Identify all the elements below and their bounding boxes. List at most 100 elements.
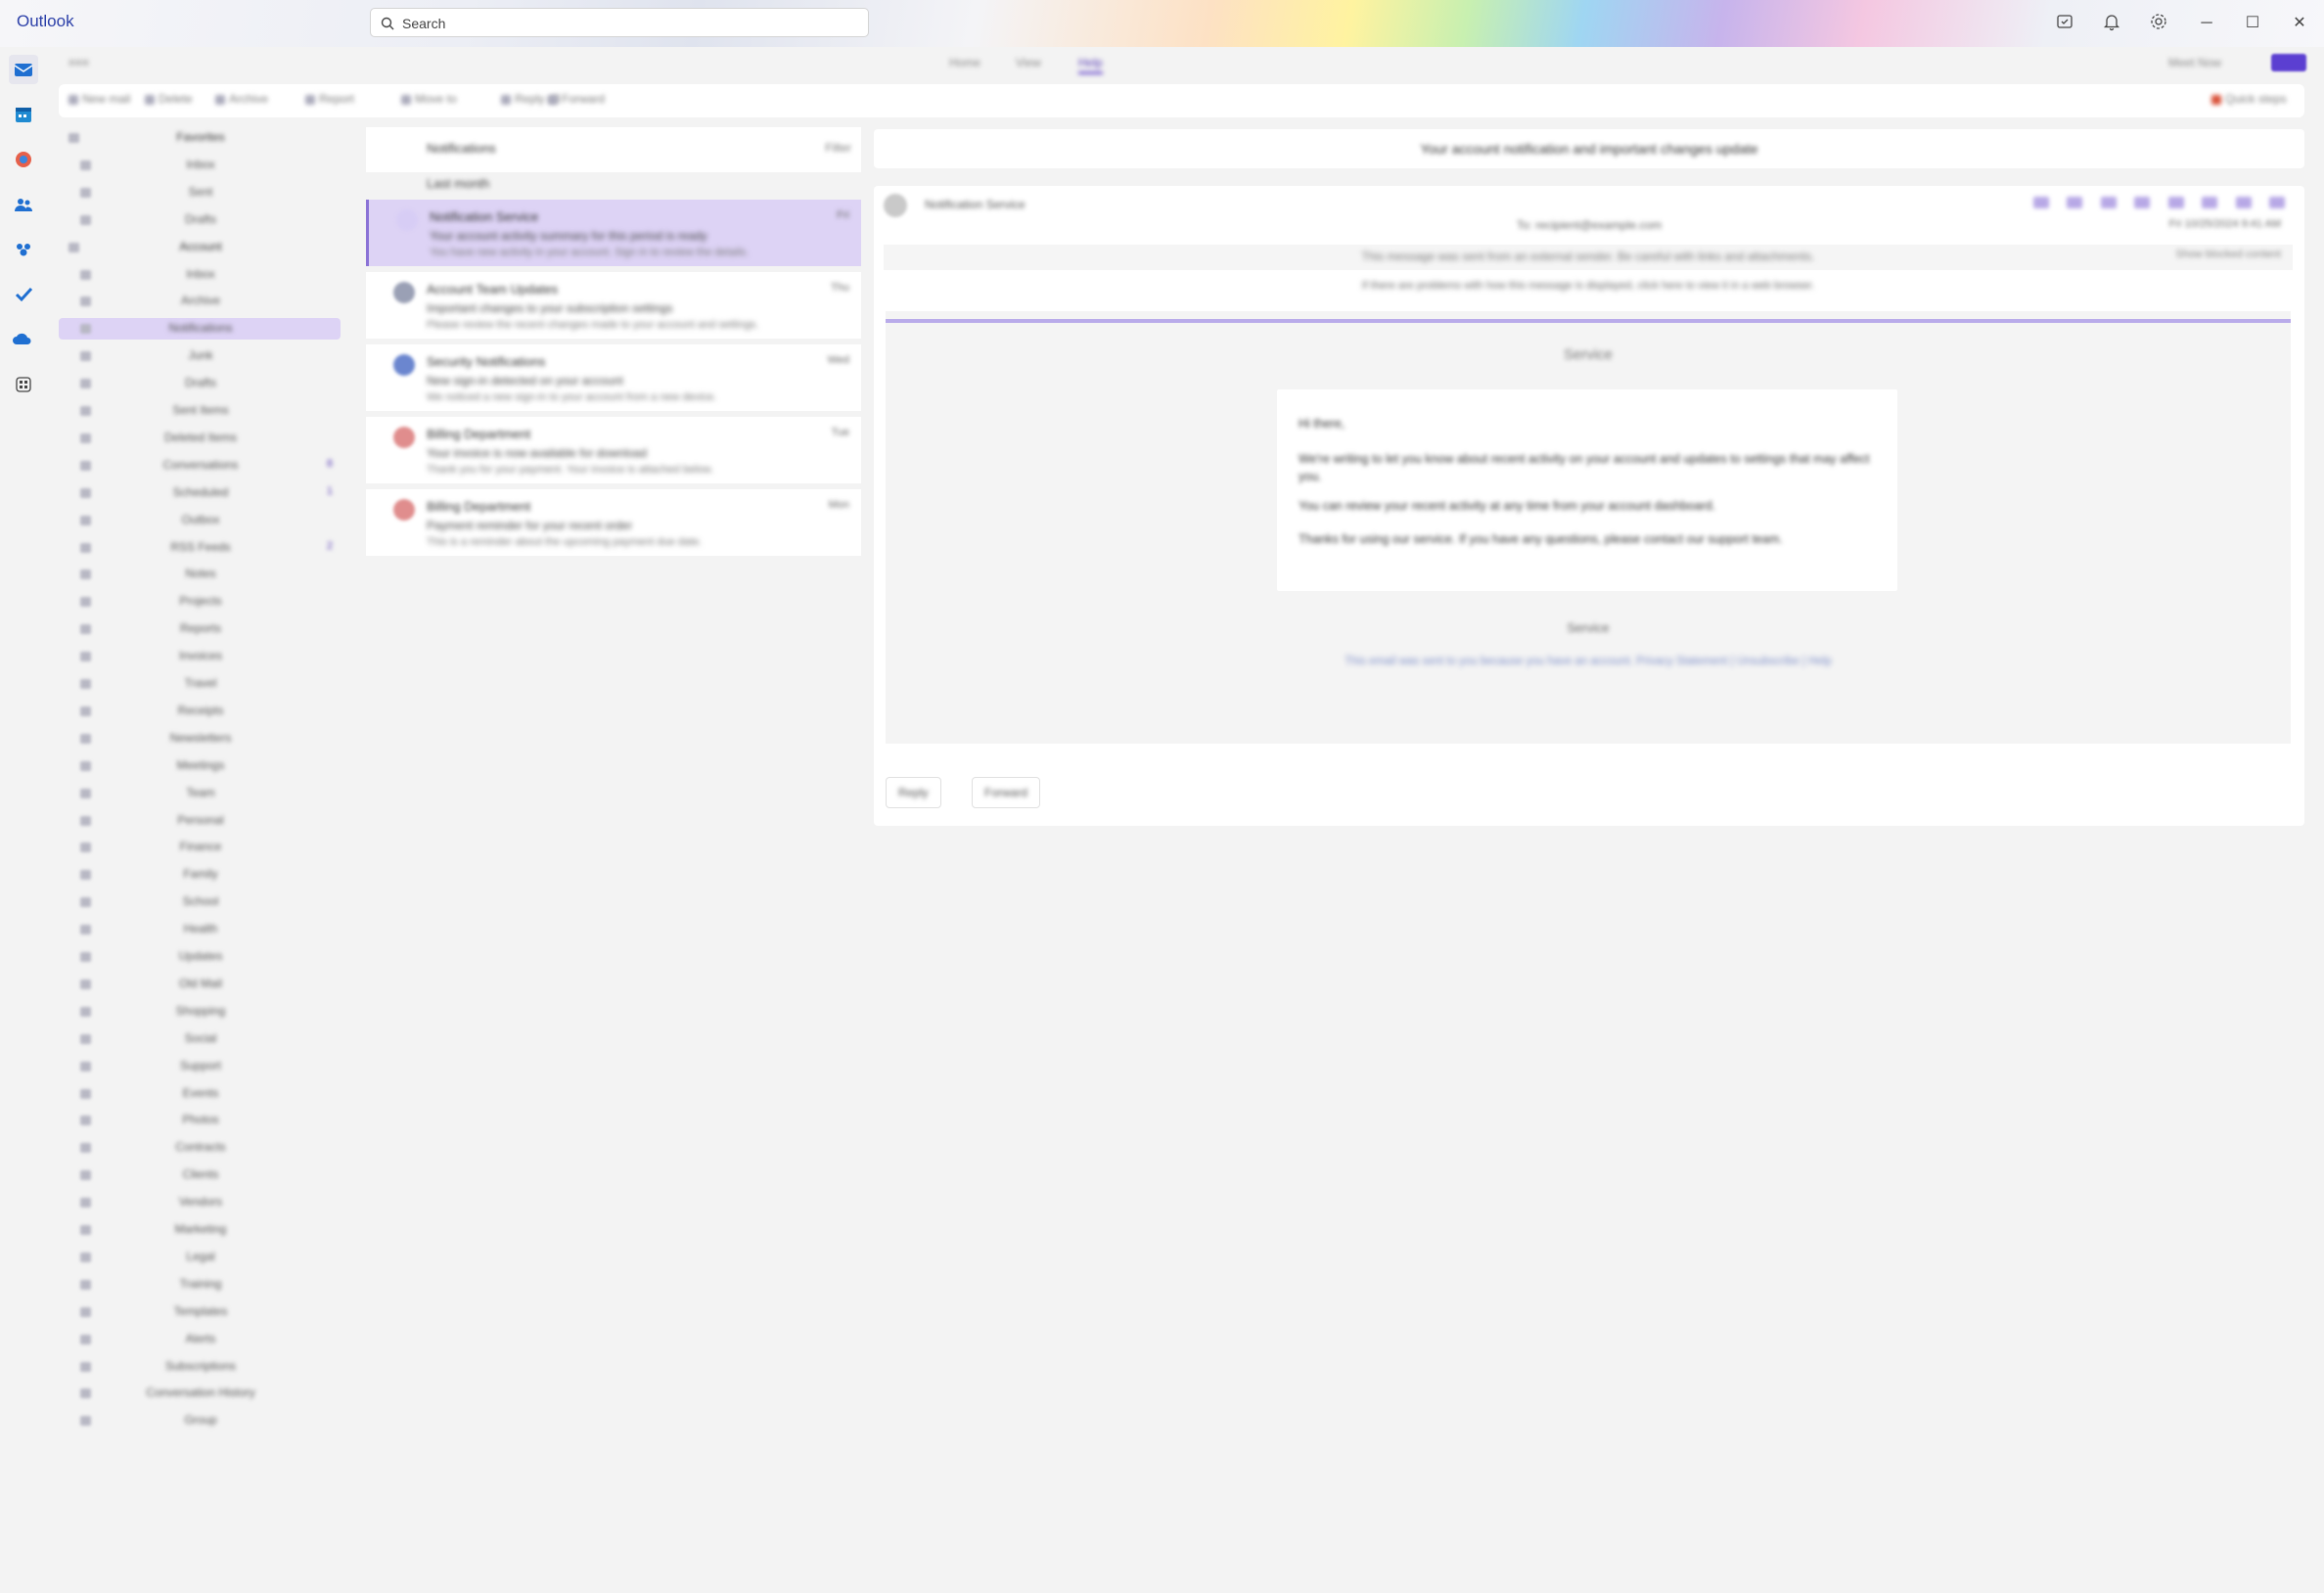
move-to-button[interactable]: Move to xyxy=(401,92,457,110)
folder-item[interactable]: Conversation History xyxy=(59,1383,341,1404)
apps-icon[interactable] xyxy=(2202,197,2218,208)
maximize-button[interactable]: ☐ xyxy=(2243,14,2262,33)
folder-item[interactable]: Family xyxy=(59,864,341,886)
folder-item[interactable]: Contracts xyxy=(59,1137,341,1159)
folder-item[interactable]: Health xyxy=(59,919,341,940)
folder-item[interactable]: Meetings xyxy=(59,755,341,777)
folder-item[interactable]: Support xyxy=(59,1056,341,1077)
filter-button[interactable]: Filter xyxy=(825,141,851,155)
my-day-icon[interactable] xyxy=(2055,12,2076,33)
folder-item[interactable]: Templates xyxy=(59,1301,341,1323)
forward-icon[interactable] xyxy=(2134,197,2151,208)
folder-item[interactable]: Notes xyxy=(59,564,341,585)
minimize-button[interactable]: ─ xyxy=(2197,14,2216,33)
folder-item[interactable]: Sent Items xyxy=(59,400,341,422)
folder-item[interactable]: Newsletters xyxy=(59,728,341,750)
folder-item[interactable]: Updates xyxy=(59,946,341,968)
tab-help[interactable]: Help xyxy=(1078,56,1103,74)
folder-item[interactable]: Social xyxy=(59,1028,341,1050)
bell-icon[interactable] xyxy=(2102,12,2123,33)
message-row[interactable]: Billing Department Mon Payment reminder fo… xyxy=(366,489,861,556)
folder-item[interactable]: Junk xyxy=(59,345,341,367)
message-row[interactable]: Security Notifications Wed New sign-in det… xyxy=(366,344,861,411)
forward-button[interactable]: Forward xyxy=(972,777,1041,808)
reply-all-icon[interactable] xyxy=(2100,197,2117,208)
title-bar: Outlook ─ ☐ ✕ xyxy=(0,0,2324,47)
archive-button[interactable]: Archive xyxy=(215,92,268,110)
new-mail-button[interactable]: New mail xyxy=(68,92,130,110)
search-input[interactable] xyxy=(400,12,854,35)
gear-icon[interactable] xyxy=(2149,12,2170,33)
more-icon[interactable] xyxy=(2269,197,2285,208)
close-button[interactable]: ✕ xyxy=(2290,14,2309,33)
ribbon-menu-button[interactable]: ≡≡≡ xyxy=(68,56,89,71)
folder-item[interactable]: Archive xyxy=(59,291,341,312)
folder-item[interactable]: Alerts xyxy=(59,1329,341,1350)
folder-item[interactable]: Vendors xyxy=(59,1192,341,1213)
todo-icon[interactable] xyxy=(9,280,38,309)
folder-item[interactable]: Account xyxy=(59,237,341,258)
message-row[interactable]: Notification Service Fri Your account acti… xyxy=(366,200,861,266)
delete-button[interactable]: Delete xyxy=(145,92,193,110)
account-avatar[interactable] xyxy=(2271,54,2306,71)
apps-icon[interactable] xyxy=(9,370,38,399)
folder-item[interactable]: Scheduled 1 xyxy=(59,482,341,504)
email-from[interactable]: Notification Service xyxy=(925,198,1025,211)
folder-item[interactable]: Reports xyxy=(59,618,341,640)
onedrive-icon[interactable] xyxy=(9,325,38,354)
folder-item[interactable]: Favorites xyxy=(59,127,341,149)
forward-button[interactable]: Forward xyxy=(548,92,605,110)
quick-steps-button[interactable]: Quick steps xyxy=(2211,92,2287,110)
show-blocked-content-button[interactable]: Show blocked content xyxy=(2175,249,2281,260)
tab-home[interactable]: Home xyxy=(949,56,980,71)
folder-item[interactable]: Team xyxy=(59,783,341,804)
folder-item[interactable]: Conversations 8 xyxy=(59,455,341,477)
report-button[interactable]: Report xyxy=(305,92,354,110)
copilot-icon[interactable] xyxy=(9,145,38,174)
reply-button[interactable]: Reply xyxy=(886,777,941,808)
teams-icon[interactable] xyxy=(2167,197,2184,208)
search-box[interactable] xyxy=(370,8,869,37)
folder-item[interactable]: Drafts xyxy=(59,209,341,231)
view-in-browser-line[interactable]: If there are problems with how this mess… xyxy=(884,280,2293,292)
message-row[interactable]: Billing Department Tue Your invoice is now… xyxy=(366,417,861,483)
folder-item[interactable]: Subscriptions xyxy=(59,1356,341,1378)
folder-item[interactable]: Deleted Items xyxy=(59,428,341,449)
folder-item[interactable]: Old Mail xyxy=(59,974,341,995)
mail-icon[interactable] xyxy=(9,55,38,84)
meet-now-button[interactable]: Meet Now xyxy=(2168,56,2221,71)
folder-item[interactable]: Inbox xyxy=(59,155,341,176)
calendar-icon[interactable] xyxy=(9,100,38,129)
folder-item[interactable]: Sent xyxy=(59,182,341,204)
folder-item[interactable]: Inbox xyxy=(59,264,341,286)
folder-item[interactable]: Clients xyxy=(59,1164,341,1186)
folder-item[interactable]: Notifications xyxy=(59,318,341,341)
folder-item[interactable]: Training xyxy=(59,1274,341,1296)
tab-view[interactable]: View xyxy=(1016,56,1041,71)
footer-links[interactable]: This email was sent to you because you h… xyxy=(886,656,2291,667)
folder-item[interactable]: Finance xyxy=(59,837,341,858)
folder-item[interactable]: Drafts xyxy=(59,373,341,394)
folder-item[interactable]: Marketing xyxy=(59,1219,341,1241)
message-row[interactable]: Account Team Updates Thu Important changes… xyxy=(366,272,861,339)
folder-item[interactable]: Shopping xyxy=(59,1001,341,1023)
folder-icon xyxy=(80,1279,91,1290)
reply-icon[interactable] xyxy=(2067,197,2083,208)
folder-item[interactable]: Invoices xyxy=(59,646,341,667)
folder-item[interactable]: Projects xyxy=(59,591,341,613)
folder-item[interactable]: Personal xyxy=(59,810,341,832)
folder-item[interactable]: Events xyxy=(59,1083,341,1105)
emoji-icon[interactable] xyxy=(2032,197,2049,208)
folder-item[interactable]: Outbox xyxy=(59,510,341,531)
folder-item[interactable]: School xyxy=(59,891,341,913)
people-icon[interactable] xyxy=(9,190,38,219)
translate-icon[interactable] xyxy=(2235,197,2252,208)
folder-item[interactable]: Travel xyxy=(59,673,341,695)
folder-item[interactable]: Photos xyxy=(59,1110,341,1131)
folder-item[interactable]: Legal xyxy=(59,1247,341,1268)
folder-item[interactable]: RSS Feeds 2 xyxy=(59,537,341,559)
folder-item[interactable]: Receipts xyxy=(59,701,341,722)
folder-item[interactable]: Group xyxy=(59,1410,341,1432)
folder-icon xyxy=(80,1252,91,1262)
groups-icon[interactable] xyxy=(9,235,38,264)
